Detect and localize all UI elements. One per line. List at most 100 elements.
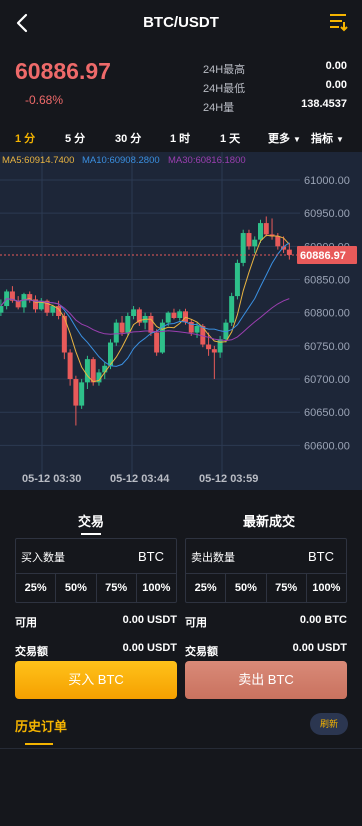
list-filter-icon <box>330 14 348 32</box>
x-tick-label: 05-12 03:59 <box>199 473 258 485</box>
candle-body <box>165 312 171 323</box>
kline-chart-svg: 61000.0060950.0060900.0060850.0060800.00… <box>0 152 357 485</box>
candle-body <box>113 322 119 343</box>
page-title: BTC/USDT <box>143 14 219 31</box>
candle-body <box>206 344 212 350</box>
tab-order-history[interactable]: 历史订单 <box>15 716 67 735</box>
candle-body <box>67 352 73 380</box>
buy-percent-row: 25% 50% 75% 100% <box>16 573 176 602</box>
buy-pct-25-button[interactable]: 25% <box>16 574 57 602</box>
candle-body <box>102 365 108 373</box>
tab-trade[interactable]: 交易 <box>78 511 104 530</box>
sell-available-label: 可用 <box>185 617 207 629</box>
period-5m[interactable]: 5 分 <box>65 130 85 146</box>
sell-amount-label: 交易额 <box>185 646 218 658</box>
period-1m[interactable]: 1 分 <box>15 130 35 146</box>
history-tab-indicator <box>25 743 53 745</box>
y-tick-label: 61000.00 <box>304 175 350 187</box>
candle-body <box>286 249 292 255</box>
buy-quantity-input[interactable]: 买入数量 <box>21 549 65 565</box>
trade-panel: 交易 最新成交 买入数量 BTC 25% 50% 75% 100% 卖出数量 B… <box>0 490 362 826</box>
buy-button[interactable]: 买入 BTC <box>15 661 177 699</box>
y-tick-label: 60950.00 <box>304 208 350 220</box>
y-tick-label: 60700.00 <box>304 374 350 386</box>
candle-body <box>177 311 183 318</box>
candle-body <box>148 316 154 333</box>
high-24h-value: 0.00 <box>325 60 347 72</box>
candle-body <box>84 359 90 383</box>
ma-line-10 <box>0 242 290 367</box>
buy-asset-label: BTC <box>138 549 164 564</box>
y-tick-label: 60850.00 <box>304 275 350 287</box>
candle-body <box>171 312 177 318</box>
candle-body <box>246 233 252 247</box>
candle-body <box>211 349 217 353</box>
buy-amount-value: 0.00 USDT <box>122 642 177 654</box>
buy-available-value: 0.00 USDT <box>122 614 177 626</box>
sell-pct-75-button[interactable]: 75% <box>267 574 307 602</box>
sell-available-value: 0.00 BTC <box>299 614 347 626</box>
ma-legend-label: MA5:60914.7400 <box>2 155 74 166</box>
y-tick-label: 60650.00 <box>304 407 350 419</box>
candle-body <box>119 322 125 333</box>
ma-line-5 <box>0 234 290 383</box>
sell-pct-50-button[interactable]: 50% <box>226 574 267 602</box>
y-tick-label: 60600.00 <box>304 440 350 452</box>
buy-amount-label: 交易额 <box>15 646 48 658</box>
period-30m[interactable]: 30 分 <box>115 130 141 146</box>
candle-body <box>79 382 85 406</box>
candle-body <box>73 379 79 406</box>
caret-down-icon: ▼ <box>336 135 344 144</box>
more-periods-dropdown[interactable]: 更多 ▼ <box>268 130 301 146</box>
buy-available-label: 可用 <box>15 617 37 629</box>
candle-body <box>194 325 200 333</box>
menu-button[interactable] <box>328 11 350 33</box>
indicator-label: 指标 <box>311 133 333 145</box>
candle-body <box>154 332 160 353</box>
period-1h[interactable]: 1 时 <box>170 130 190 146</box>
candle-body <box>125 316 131 333</box>
buy-pct-50-button[interactable]: 50% <box>56 574 97 602</box>
sell-percent-row: 25% 50% 75% 100% <box>186 573 346 602</box>
sell-amount-value: 0.00 USDT <box>292 642 347 654</box>
caret-down-icon: ▼ <box>293 135 301 144</box>
sell-button[interactable]: 卖出 BTC <box>185 661 347 699</box>
low-24h-value: 0.00 <box>325 79 347 91</box>
candle-body <box>240 233 246 263</box>
tab-latest-trades[interactable]: 最新成交 <box>243 511 295 530</box>
refresh-button[interactable]: 刷新 <box>310 713 348 735</box>
volume-24h-label: 24H量 <box>203 102 235 114</box>
candle-body <box>183 311 188 322</box>
current-price-label: 60886.97 <box>300 250 346 262</box>
volume-24h-value: 138.4537 <box>301 98 347 110</box>
candle-body <box>217 339 223 353</box>
divider <box>0 748 362 749</box>
candle-body <box>131 309 137 316</box>
candle-body <box>234 262 240 297</box>
top-bar: BTC/USDT <box>0 0 362 46</box>
candle-body <box>0 306 4 313</box>
y-tick-label: 60750.00 <box>304 341 350 353</box>
low-24h-label: 24H最低 <box>203 83 246 95</box>
last-price: 60886.97 <box>15 58 111 84</box>
sell-pct-25-button[interactable]: 25% <box>186 574 227 602</box>
kline-chart[interactable]: 61000.0060950.0060900.0060850.0060800.00… <box>0 152 362 490</box>
buy-quantity-box: 买入数量 BTC 25% 50% 75% 100% <box>15 538 177 603</box>
ticker-panel: 60886.97 -0.68% 24H最高 0.00 24H最低 0.00 24… <box>0 46 362 124</box>
high-24h-label: 24H最高 <box>203 64 246 76</box>
ma-legend-label: MA10:60908.2800 <box>82 155 160 166</box>
candle-body <box>275 236 281 247</box>
candle-body <box>90 359 96 383</box>
period-selector: 1 分 5 分 30 分 1 时 1 天 更多 ▼ 指标 ▼ <box>0 124 362 152</box>
x-tick-label: 05-12 03:44 <box>110 473 170 485</box>
indicator-dropdown[interactable]: 指标 ▼ <box>311 130 344 146</box>
buy-pct-100-button[interactable]: 100% <box>137 574 176 602</box>
period-1d[interactable]: 1 天 <box>220 130 240 146</box>
candle-body <box>263 223 269 235</box>
buy-pct-75-button[interactable]: 75% <box>97 574 137 602</box>
sell-quantity-input[interactable]: 卖出数量 <box>191 549 235 565</box>
sell-quantity-box: 卖出数量 BTC 25% 50% 75% 100% <box>185 538 347 603</box>
sell-pct-100-button[interactable]: 100% <box>307 574 346 602</box>
y-tick-label: 60800.00 <box>304 308 350 320</box>
sell-asset-label: BTC <box>308 549 334 564</box>
